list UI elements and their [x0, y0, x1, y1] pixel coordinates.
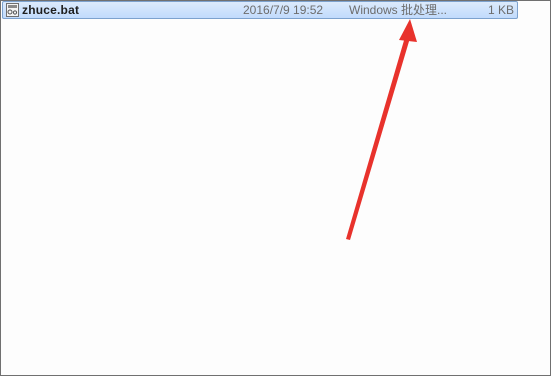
batch-file-icon: [6, 3, 19, 17]
file-type: Windows 批处理...: [349, 3, 448, 17]
file-date-modified: 2016/7/9 19:52: [243, 3, 324, 17]
file-name: zhuce.bat: [22, 3, 80, 17]
file-size: 1 KB: [487, 3, 514, 17]
file-row-zhuce-bat[interactable]: zhuce.bat 2016/7/9 19:52 Windows 批处理... …: [2, 1, 518, 19]
red-arrow-annotation: [346, 19, 417, 240]
file-list-pane: zhuce.bat 2016/7/9 19:52 Windows 批处理... …: [0, 0, 551, 376]
